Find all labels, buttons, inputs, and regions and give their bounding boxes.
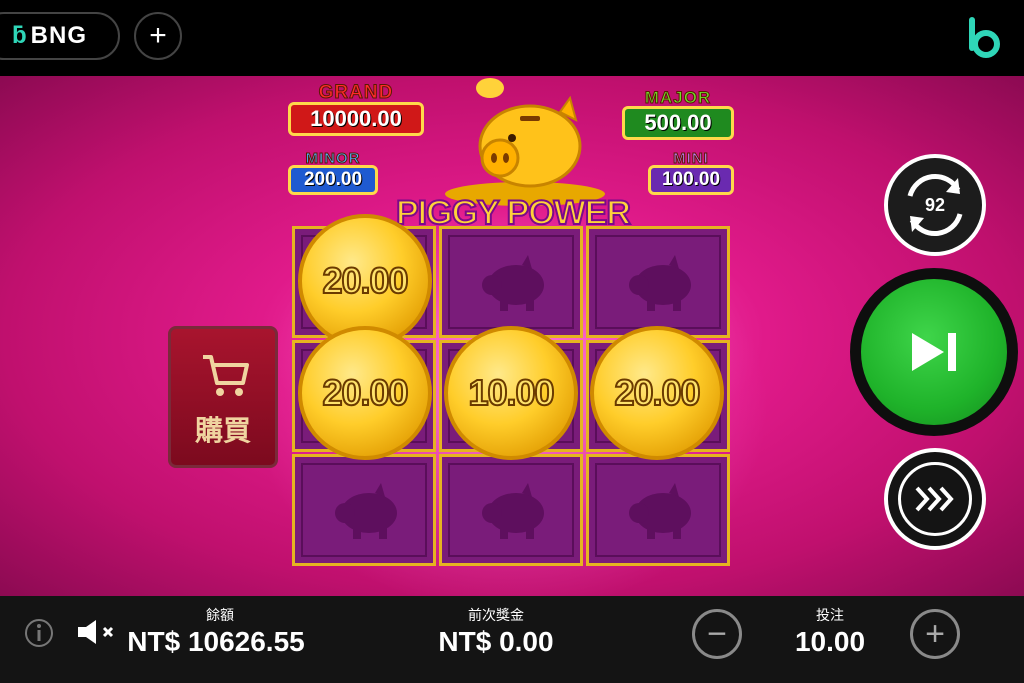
grid-cell: [292, 454, 436, 566]
jackpot-minor-value: 200.00: [288, 165, 378, 195]
pig-silhouette-icon: [629, 483, 691, 539]
skip-next-icon: [912, 333, 956, 371]
brand-text: BNG: [30, 22, 88, 49]
coin-value: 10.00: [467, 371, 555, 414]
turbo-inner-ring: [898, 462, 972, 536]
info-icon[interactable]: [24, 618, 54, 648]
reel-grid: 20.00 20.00 10.00 20.00: [292, 214, 734, 596]
bottom-bar: 餘額 NT$ 10626.55 前次獎金 NT$ 0.00 − 投注 10.00…: [0, 596, 1024, 683]
balance-label: 餘額: [206, 607, 234, 623]
spin-button-ring: [850, 268, 1018, 436]
jackpot-major: MAJOR 500.00: [622, 88, 734, 140]
buy-feature-label: 購買: [194, 415, 251, 446]
jackpot-grand-value: 10000.00: [288, 102, 424, 136]
jackpot-mini: MINI 100.00: [648, 150, 734, 195]
jackpot-grand: GRAND 10000.00: [288, 82, 424, 136]
pig-silhouette-icon: [335, 483, 397, 539]
grid-cell: [586, 454, 730, 566]
jackpot-grand-label: GRAND: [318, 82, 394, 104]
coin-symbol: 20.00: [590, 326, 724, 460]
add-button[interactable]: +: [134, 12, 182, 60]
decrease-bet-button[interactable]: −: [692, 609, 742, 659]
jackpot-major-value: 500.00: [622, 106, 734, 140]
grid-cell: [439, 454, 583, 566]
last-win-value: NT$ 0.00: [438, 626, 554, 657]
last-win-label: 前次獎金: [468, 607, 524, 623]
coin-value: 20.00: [613, 371, 701, 414]
spin-button[interactable]: [861, 279, 1007, 425]
autoplay-button[interactable]: 92: [884, 154, 986, 256]
coin-value: 20.00: [321, 259, 409, 302]
increase-bet-button[interactable]: +: [910, 609, 960, 659]
piggy-mascot-icon: [445, 78, 605, 206]
bet-label: 投注: [816, 607, 844, 623]
bng-logo-icon: ƃ: [12, 22, 27, 49]
buy-feature-button[interactable]: 購買: [168, 326, 278, 468]
coin-symbol: 20.00: [298, 326, 432, 460]
grid-cell: [439, 226, 583, 338]
pig-silhouette-icon: [482, 483, 544, 539]
shopping-cart-icon: [203, 355, 249, 396]
coin-value: 20.00: [321, 371, 409, 414]
brand-menu-button[interactable]: ƃ BNG: [0, 12, 120, 60]
game-stage: GRAND 10000.00 MAJOR 500.00 MINOR 200.00…: [0, 76, 1024, 596]
grid-cell: [586, 226, 730, 338]
jackpot-major-label: MAJOR: [644, 88, 712, 108]
jackpot-minor: MINOR 200.00: [288, 150, 378, 195]
turbo-button[interactable]: [884, 448, 986, 550]
bng-corner-logo-icon: [969, 17, 1000, 58]
pig-silhouette-icon: [482, 255, 544, 311]
fast-forward-icon: [915, 486, 954, 512]
balance-value: NT$ 10626.55: [127, 626, 305, 657]
autoplay-count: 92: [924, 194, 946, 215]
jackpot-mini-value: 100.00: [648, 165, 734, 195]
coin-symbol: 10.00: [444, 326, 578, 460]
top-bar: ƃ BNG +: [0, 0, 1024, 76]
pig-silhouette-icon: [629, 255, 691, 311]
bet-value: 10.00: [794, 626, 866, 657]
